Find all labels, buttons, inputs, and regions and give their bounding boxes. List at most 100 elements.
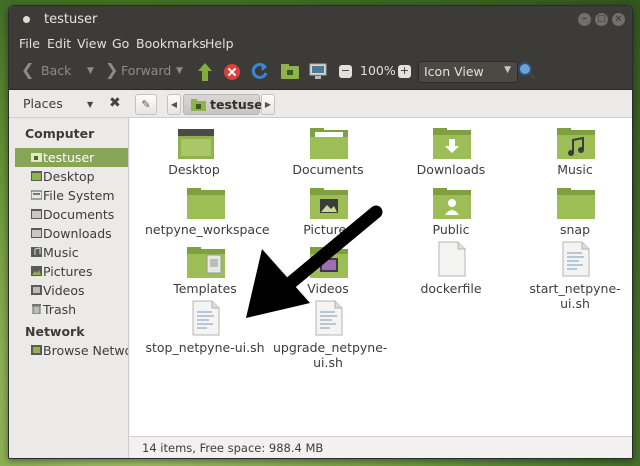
menu-view[interactable]: View <box>77 36 107 51</box>
minimize-button[interactable]: – <box>578 13 591 26</box>
status-bar: 14 items, Free space: 988.4 MB <box>130 436 632 458</box>
up-arrow-icon[interactable] <box>197 62 213 82</box>
zoom-out-button[interactable]: − <box>339 65 352 78</box>
forward-history-chevron-icon[interactable]: ▼ <box>176 66 183 76</box>
close-button[interactable]: × <box>612 13 625 26</box>
script-file-icon <box>192 300 220 336</box>
sidebar-item-label: Music <box>43 245 79 260</box>
path-scroll-left-button[interactable]: ◀ <box>167 94 181 115</box>
sidebar-item-label: Trash <box>43 302 77 317</box>
sidebar-item-testuser[interactable]: testuser <box>15 148 128 167</box>
folder-icon <box>557 188 595 219</box>
desktop-folder-icon <box>178 129 214 159</box>
toolbar: ❮ Back ▼ ❯ Forward ▼ − 100% + Icon View … <box>9 55 632 90</box>
downloads-folder-icon <box>433 128 471 159</box>
sidebar-item-music[interactable]: Music <box>15 243 128 262</box>
computer-icon[interactable] <box>309 63 327 80</box>
file-item-label: Videos <box>307 281 349 296</box>
menu-bar: File Edit View Go Bookmarks Help <box>9 33 632 55</box>
sidebar-item-downloads[interactable]: Downloads <box>15 224 128 243</box>
sidebar-item-pictures[interactable]: Pictures <box>15 262 128 281</box>
pencil-icon: ✎ <box>141 98 151 111</box>
folder-icon <box>31 209 42 219</box>
window-title: testuser <box>44 12 98 27</box>
file-item-label: snap <box>559 222 591 237</box>
desktop-icon <box>31 171 42 181</box>
sidebar-item-desktop[interactable]: Desktop <box>15 167 128 186</box>
sidebar-item-label: Desktop <box>43 169 95 184</box>
back-history-chevron-icon[interactable]: ▼ <box>87 66 94 76</box>
file-item-label: Documents <box>292 162 364 177</box>
file-item-label: Desktop <box>168 162 220 177</box>
sidebar-item-trash[interactable]: Trash <box>15 300 128 319</box>
script-file-icon <box>562 241 590 277</box>
menu-help[interactable]: Help <box>205 36 234 51</box>
videos-icon <box>31 285 42 295</box>
zoom-in-button[interactable]: + <box>398 65 411 78</box>
home-icon <box>191 99 206 111</box>
sidebar-item-label: Videos <box>43 283 85 298</box>
places-selector[interactable]: Places <box>23 96 63 111</box>
close-sidebar-icon[interactable]: ✖ <box>109 95 121 111</box>
videos-folder-icon <box>310 247 348 278</box>
home-folder-icon[interactable] <box>281 64 299 79</box>
music-folder-icon <box>557 128 595 159</box>
file-item-label: stop_netpyne-ui.sh <box>145 340 265 355</box>
pictures-folder-icon <box>310 188 348 219</box>
file-item-label: Public <box>432 222 470 237</box>
forward-arrow-icon: ❯ <box>105 60 119 79</box>
home-icon <box>31 153 42 162</box>
edit-location-button[interactable]: ✎ <box>135 94 157 115</box>
chevron-down-icon: ▼ <box>504 65 511 75</box>
trash-icon <box>32 304 41 314</box>
menu-bookmarks[interactable]: Bookmarks <box>136 36 206 51</box>
sidebar-item-label: Pictures <box>43 264 93 279</box>
path-scroll-right-button[interactable]: ▶ <box>261 94 275 115</box>
forward-button[interactable]: Forward <box>121 63 171 78</box>
folder-icon <box>31 228 42 238</box>
file-item-label: Downloads <box>416 162 486 177</box>
sidebar-item-label: Downloads <box>43 226 112 241</box>
sidebar-item-documents[interactable]: Documents <box>15 205 128 224</box>
file-manager-window: testuser – □ × File Edit View Go Bookmar… <box>8 5 633 459</box>
sidebar-item-label: File System <box>43 188 115 203</box>
script-file-icon <box>315 300 343 336</box>
stop-icon[interactable] <box>223 63 241 81</box>
back-button[interactable]: Back <box>41 63 71 78</box>
sidebar-item-label: Documents <box>43 207 115 222</box>
file-item-label: dockerfile <box>420 281 482 296</box>
sidebar-item-browse-network[interactable]: Browse Network <box>15 341 128 360</box>
drive-icon <box>31 190 42 200</box>
view-mode-select[interactable]: Icon View ▼ <box>418 61 518 83</box>
sidebar-item-file-system[interactable]: File System <box>15 186 128 205</box>
file-item-label: netpyne_workspace <box>145 222 270 237</box>
breadcrumb-testuser[interactable]: testuser <box>183 94 269 115</box>
location-bar: Places ▼ ✖ ✎ ◀ testuser ▶ <box>9 90 632 118</box>
file-view: Desktop Documents Downloads Music netpyn… <box>130 118 632 436</box>
reload-icon[interactable] <box>251 62 269 81</box>
documents-folder-icon <box>310 128 348 159</box>
menu-edit[interactable]: Edit <box>47 36 71 51</box>
file-item-label: Pictures <box>303 222 353 237</box>
network-icon <box>31 345 42 355</box>
file-item-label: start_netpyne-ui.sh <box>529 281 621 311</box>
templates-folder-icon <box>187 247 225 278</box>
maximize-button[interactable]: □ <box>595 13 608 26</box>
sidebar-item-videos[interactable]: Videos <box>15 281 128 300</box>
menu-go[interactable]: Go <box>112 36 129 51</box>
file-item-label: Templates <box>173 281 237 296</box>
window-menu-icon[interactable] <box>23 16 30 23</box>
music-icon <box>31 247 42 257</box>
view-mode-value: Icon View <box>424 64 484 79</box>
sidebar-header-network: Network <box>25 324 85 339</box>
zoom-level: 100% <box>360 63 396 78</box>
search-icon[interactable] <box>517 61 537 81</box>
folder-icon <box>187 188 225 219</box>
chevron-down-icon[interactable]: ▼ <box>87 100 93 109</box>
sidebar-item-label: Browse Network <box>43 343 128 358</box>
title-bar: testuser – □ × <box>9 6 632 33</box>
sidebar: Computer testuser Desktop File System Do… <box>9 118 129 458</box>
file-icon <box>438 241 466 277</box>
sidebar-item-label: testuser <box>43 150 95 165</box>
menu-file[interactable]: File <box>19 36 40 51</box>
